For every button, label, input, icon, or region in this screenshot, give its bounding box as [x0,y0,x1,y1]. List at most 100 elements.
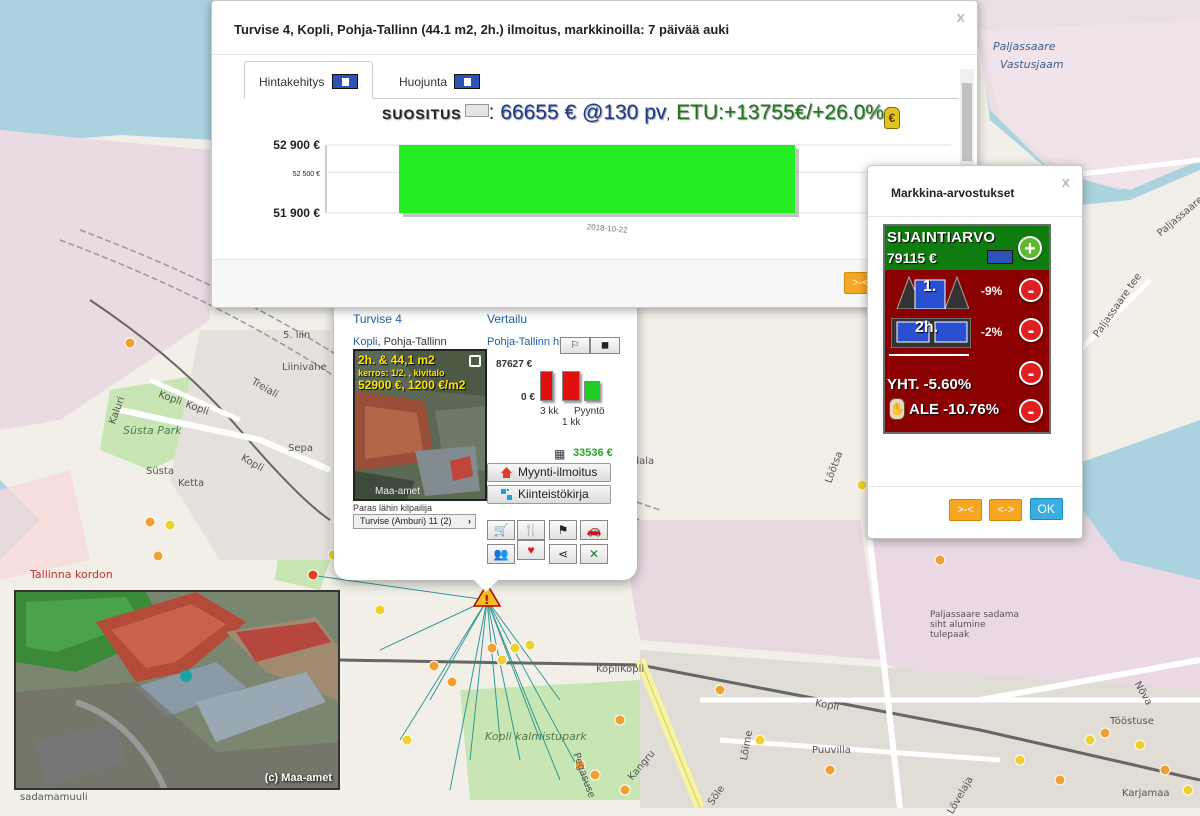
close-button[interactable]: x [1062,174,1070,191]
tab-label: Huojunta [399,75,448,89]
hand-icon: ✋ [889,398,905,420]
location-value-section: SIJAINTIARVO 79115 € + [885,226,1049,270]
tab-label: Hintakehitys [259,75,325,89]
photo-floor-info: kerros: 1/2, , kivitalo [358,368,445,378]
popup-pointer [474,580,498,592]
listing-address: Turvise 4 [353,312,402,326]
remove-rooms-button[interactable]: - [1019,318,1043,342]
chevron-right-icon: › [468,516,471,526]
divider [889,354,969,356]
flag-icon[interactable]: ⚑ [549,520,577,540]
district-link[interactable]: Kopli [353,336,377,348]
divider [868,216,1082,217]
tab-volatility[interactable]: Huojunta [384,61,495,99]
district-rest: , Pohja-Tallinn [377,336,447,348]
photo-price: 52900 €, 1200 €/m2 [358,378,466,392]
land-registry-button[interactable]: Kiinteistökirja [487,485,611,504]
comparison-title: Vertailu [487,312,528,326]
unit-value: 33536 € [573,447,613,459]
document-icon [331,74,358,89]
aerial-photo: (c) Maa-amet [14,590,340,790]
rooms-adjustment: -2% [981,325,1003,339]
listing-photo[interactable]: 2h. & 44,1 m2 kerros: 1/2, , kivitalo 52… [353,349,487,501]
location-value: 79115 € [887,250,937,266]
photo-rooms-area: 2h. & 44,1 m2 [358,353,435,367]
price-chart: 52 900 € 52 500 € 51 900 € 2018-10-22 [273,138,951,235]
narrow-button[interactable]: >-< [949,499,982,521]
house-icon [501,467,512,478]
recommendation-colon: : [488,101,495,124]
comparison-bar [562,371,580,401]
comparison-bar [540,371,553,401]
sale-listing-button[interactable]: Myynti-ilmoitus [487,463,611,482]
total-adjustment: YHT. -5.60% [887,376,972,393]
close-button[interactable]: x [957,9,965,26]
grid-icon: ▦ [554,447,566,461]
competitor-label: Turvise (Amburi) 11 (2) [360,516,452,526]
comparison-bar [584,381,600,401]
svg-text:!: ! [484,593,489,607]
dialog-title: Markkina-arvostukset [891,186,1015,200]
divider [868,486,1082,487]
photo-credit: (c) Maa-amet [264,772,332,784]
best-competitor-label: Paras lähin kilpailija [353,503,433,513]
competitor-button[interactable]: Turvise (Amburi) 11 (2) › [353,514,476,529]
dialog-footer: >-< [212,259,977,307]
ok-button[interactable]: OK [1029,498,1063,520]
scrollbar-thumb[interactable] [962,83,972,161]
add-adjustment-button[interactable]: + [1018,236,1042,260]
document-icon[interactable] [987,250,1013,264]
y-tick-label: 52 900 € [273,138,320,152]
benefit-value: ETU:+13755€/+26.0% [676,101,884,124]
sale-listing-label: Myynti-ilmoitus [518,465,598,479]
rooms-overlay: 2h. [915,319,939,336]
widen-button[interactable]: <-> [989,499,1023,521]
people-icon[interactable]: 👥 [487,544,515,564]
dialog-title: Turvise 4, Kopli, Pohja-Tallinn (44.1 m2… [234,22,730,37]
y-tick-label: 52 500 € [293,171,320,178]
heart-icon[interactable]: ♥ [517,540,545,560]
cart-icon[interactable]: 🛒 [487,520,515,540]
remove-floor-button[interactable]: - [1019,278,1043,302]
box-compare-icon[interactable]: ◼ [590,337,620,354]
building-compare-icon[interactable]: ⚐ [560,337,590,354]
floor-adjustment: -9% [981,284,1003,298]
location-value-label: SIJAINTIARVO [887,229,996,246]
recommendation-separator: , [666,106,671,122]
y-tick-label: 51 900 € [273,206,320,220]
tab-price-history[interactable]: Hintakehitys [244,61,373,99]
price-history-dialog: Turvise 4, Kopli, Pohja-Tallinn (44.1 m2… [211,0,978,308]
share-icon[interactable]: ⋖ [549,544,577,564]
dialog-content: Hintakehitys Huojunta SUOSITUS: 66655 € … [216,57,959,259]
bar-label-3kk: 3 kk [540,406,559,417]
recommendation-info-button[interactable] [464,104,489,117]
photo-watermark: Maa-amet [375,486,421,497]
price-bar [399,145,795,213]
external-link-icon[interactable] [469,355,481,367]
registry-icon [501,489,512,500]
recommendation: SUOSITUS: 66655 € @130 pv, ETU:+13755€/+… [382,101,900,129]
recommendation-label: SUOSITUS [382,106,462,122]
listing-popup: Turvise 4 Vertailu Kopli, Pohja-Tallinn … [334,302,637,592]
bar-label-request: Pyyntö [574,406,605,417]
market-valuation-dialog: Markkina-arvostukset x SIJAINTIARVO 7911… [867,165,1083,539]
valuation-panel: SIJAINTIARVO 79115 € + 1. -9% - 2h. -2% … [883,224,1051,434]
restaurant-icon[interactable]: 🍴 [517,520,545,540]
listing-district: Kopli, Pohja-Tallinn [353,336,447,348]
remove-total-button[interactable]: - [1019,361,1043,385]
remove-discount-button[interactable]: - [1019,399,1043,423]
discount-value: ALE -10.76% [909,401,1000,418]
excel-icon[interactable]: ✕ [580,544,608,564]
dialog-buttons: >-< <-> OK [949,498,1067,521]
recommended-price: 66655 € @130 pv [500,101,667,124]
money-bag-icon: € [883,107,900,129]
comparison-zero-value: 0 € [521,392,535,403]
car-icon[interactable]: 🚗 [580,520,608,540]
floor-overlay: 1. [923,278,937,295]
bar-label-1kk: 1 kk [562,417,581,428]
x-tick-label: 2018-10-22 [586,222,628,235]
comparison-max-value: 87627 € [496,359,533,370]
document-icon [454,74,481,89]
aerial-photo-image [16,592,338,788]
divider [212,54,977,55]
